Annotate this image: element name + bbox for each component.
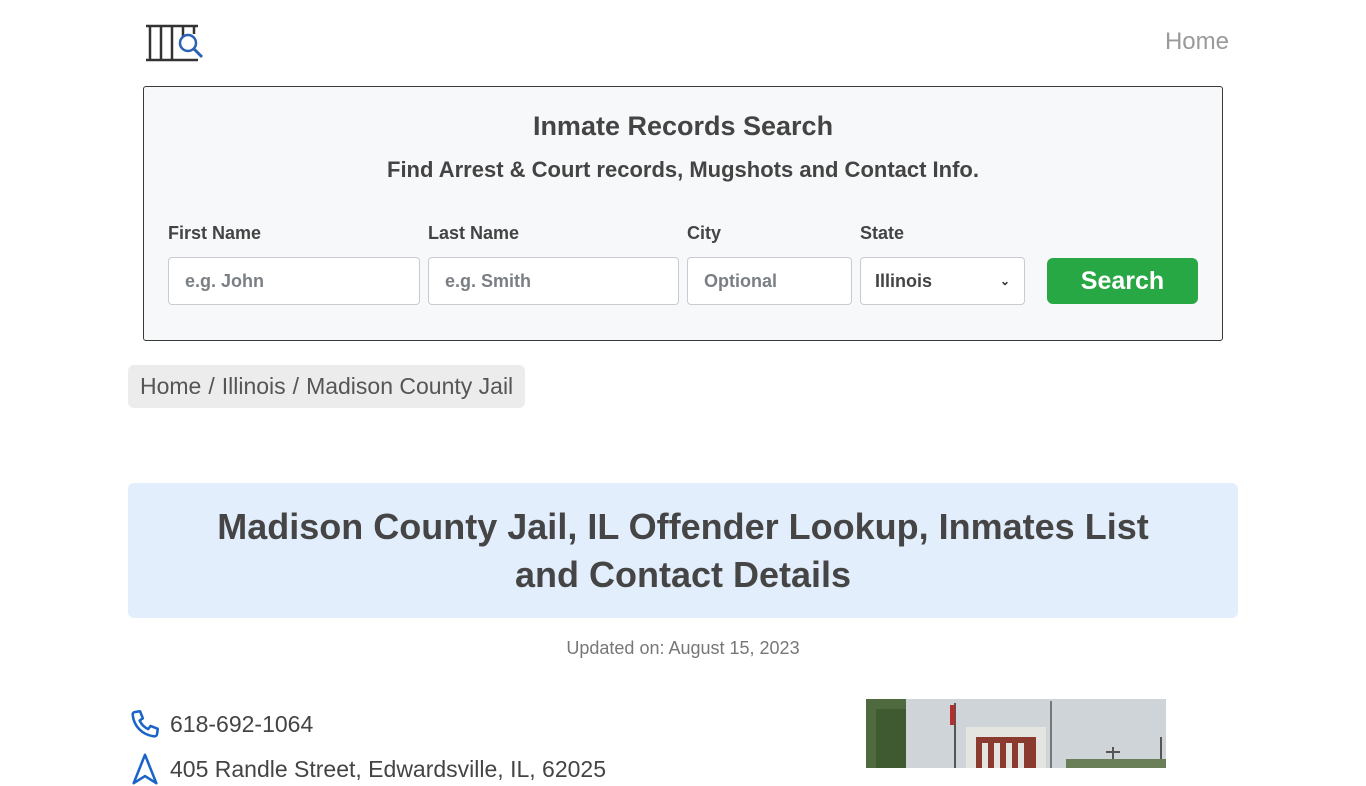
breadcrumb-home[interactable]: Home — [140, 373, 201, 400]
nav-home-link[interactable]: Home — [1165, 28, 1229, 56]
chevron-down-icon: ⌄ — [999, 274, 1010, 288]
search-panel-subtitle: Find Arrest & Court records, Mugshots an… — [387, 157, 979, 182]
breadcrumb-current: Madison County Jail — [306, 373, 514, 399]
breadcrumb-separator: / — [208, 373, 215, 399]
search-panel-title: Inmate Records Search — [532, 111, 834, 141]
breadcrumb-separator: / — [292, 373, 300, 399]
phone-row: 618-692-1064 — [128, 707, 313, 741]
breadcrumb: Home / Illinois / Madison County Jail — [128, 365, 526, 408]
first-name-input[interactable] — [168, 257, 420, 305]
phone-icon — [131, 709, 160, 738]
map-pin-icon — [132, 753, 158, 785]
updated-date: Updated on: August 15, 2023 — [566, 638, 800, 658]
city-input[interactable] — [687, 257, 852, 305]
address-text: 405 Randle Street, Edwardsville, IL, 620… — [170, 755, 606, 782]
state-select-value: Illinois — [875, 270, 933, 291]
state-label: State — [860, 223, 905, 243]
last-name-label: Last Name — [428, 223, 520, 243]
page-title: Madison County Jail, IL Offender Lookup,… — [217, 505, 1149, 595]
inmate-search-panel: Inmate Records Search Find Arrest & Cour… — [143, 86, 1223, 341]
last-name-input[interactable] — [428, 257, 679, 305]
first-name-label: First Name — [168, 223, 262, 243]
page-title-banner: Madison County Jail, IL Offender Lookup,… — [128, 483, 1238, 618]
phone-number[interactable]: 618-692-1064 — [170, 711, 313, 738]
jail-bars-search-icon[interactable] — [144, 22, 206, 64]
jail-building-photo — [866, 699, 1166, 768]
address-row: 405 Randle Street, Edwardsville, IL, 620… — [128, 752, 606, 786]
site-header: Home — [0, 0, 1366, 86]
search-button[interactable]: Search — [1047, 258, 1198, 304]
city-label: City — [687, 223, 722, 243]
state-select[interactable]: Illinois ⌄ — [860, 257, 1025, 305]
breadcrumb-illinois[interactable]: Illinois — [222, 373, 286, 400]
jail-photo-image — [866, 699, 1166, 768]
